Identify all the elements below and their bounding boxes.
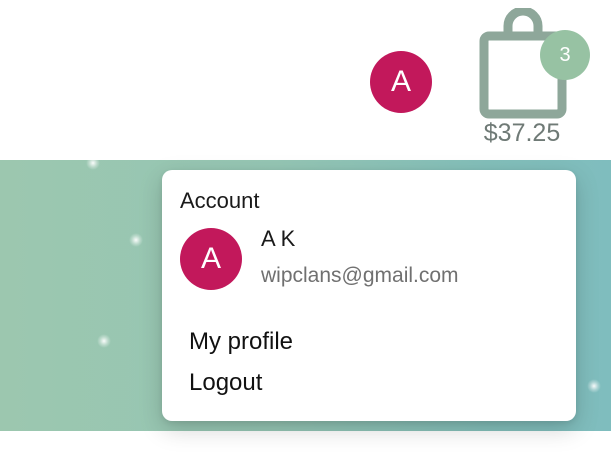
- account-user-name: A K: [261, 226, 296, 251]
- account-avatar: A: [180, 228, 242, 290]
- sparkle-decoration: [129, 233, 143, 247]
- logout-link[interactable]: Logout: [189, 369, 262, 397]
- sparkle-decoration: [97, 334, 111, 348]
- sparkle-decoration: [587, 379, 601, 393]
- page-body: [0, 431, 611, 475]
- account-user-email: wipclans@gmail.com: [261, 264, 459, 287]
- my-profile-link[interactable]: My profile: [189, 328, 293, 356]
- account-menu-title: Account: [180, 188, 260, 213]
- top-header: A 3 $37.25: [0, 0, 611, 160]
- account-dropdown: Account A A K wipclans@gmail.com My prof…: [162, 170, 576, 421]
- sparkle-decoration: [86, 160, 100, 170]
- user-avatar-button[interactable]: A: [370, 51, 432, 113]
- cart-button[interactable]: 3 $37.25: [470, 8, 600, 158]
- cart-count-badge: 3: [540, 30, 590, 80]
- page: A 3 $37.25 Account A A K wipclans@gmail.…: [0, 0, 611, 475]
- cart-total: $37.25: [483, 119, 561, 147]
